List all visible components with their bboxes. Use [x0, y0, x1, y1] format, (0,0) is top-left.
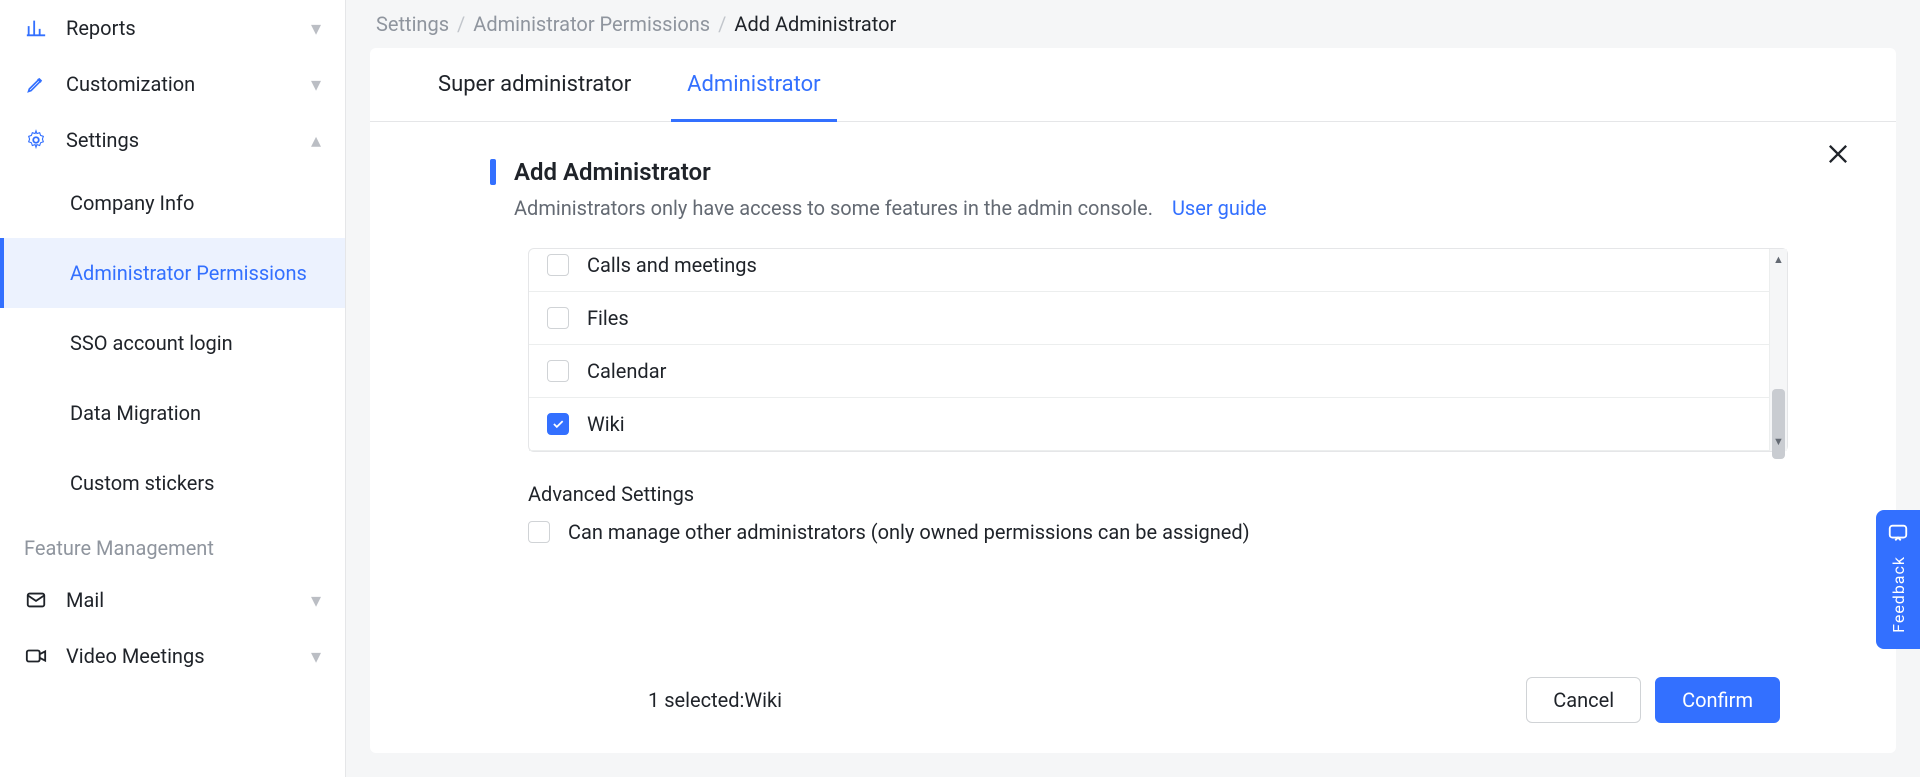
- mail-icon: [24, 588, 48, 612]
- option-calendar[interactable]: Calendar: [529, 345, 1787, 398]
- sidebar-item-label: Customization: [66, 72, 195, 96]
- pencil-icon: [24, 72, 48, 96]
- main: Settings / Administrator Permissions / A…: [346, 0, 1920, 777]
- option-files[interactable]: Files: [529, 292, 1787, 345]
- breadcrumb: Settings / Administrator Permissions / A…: [346, 0, 1920, 48]
- breadcrumb-settings[interactable]: Settings: [376, 12, 449, 36]
- panel: Add Administrator Administrators only ha…: [370, 122, 1896, 753]
- sidebar-item-label: Video Meetings: [66, 644, 205, 668]
- title-accent-bar: [490, 159, 496, 185]
- sidebar-item-settings[interactable]: Settings ▴: [0, 112, 345, 168]
- checkbox[interactable]: [547, 307, 569, 329]
- advanced-option-row[interactable]: Can manage other administrators (only ow…: [528, 520, 1838, 544]
- checkbox[interactable]: [547, 360, 569, 382]
- checkbox-checked[interactable]: [547, 413, 569, 435]
- sidebar-sub-data-migration[interactable]: Data Migration: [0, 378, 345, 448]
- sidebar-item-video-meetings[interactable]: Video Meetings ▾: [0, 628, 345, 684]
- chevron-down-icon: ▾: [311, 644, 321, 668]
- cancel-button[interactable]: Cancel: [1526, 677, 1641, 723]
- user-guide-link[interactable]: User guide: [1172, 196, 1267, 220]
- breadcrumb-admin-permissions[interactable]: Administrator Permissions: [473, 12, 710, 36]
- footer: 1 selected:Wiki Cancel Confirm: [490, 646, 1838, 753]
- gear-icon: [24, 128, 48, 152]
- sidebar-item-customization[interactable]: Customization ▾: [0, 56, 345, 112]
- sidebar-sub-custom-stickers[interactable]: Custom stickers: [0, 448, 345, 518]
- advanced-settings-title: Advanced Settings: [528, 482, 1838, 506]
- checkbox[interactable]: [547, 254, 569, 276]
- video-icon: [24, 644, 48, 668]
- feedback-tab[interactable]: Feedback: [1876, 510, 1920, 649]
- sidebar-section-label: Feature Management: [0, 518, 345, 572]
- breadcrumb-sep: /: [718, 12, 726, 36]
- breadcrumb-current: Add Administrator: [734, 12, 896, 36]
- panel-description: Administrators only have access to some …: [514, 196, 1153, 220]
- chevron-down-icon: ▾: [311, 72, 321, 96]
- sidebar-item-reports[interactable]: Reports ▾: [0, 0, 345, 56]
- breadcrumb-sep: /: [457, 12, 465, 36]
- option-label: Calendar: [587, 359, 666, 383]
- tab-admin[interactable]: Administrator: [659, 48, 848, 121]
- option-calls-meetings[interactable]: Calls and meetings: [529, 249, 1787, 292]
- sidebar-item-label: Reports: [66, 16, 136, 40]
- sidebar-item-label: Mail: [66, 588, 104, 612]
- scrollbar[interactable]: ▲ ▼: [1769, 249, 1787, 451]
- chevron-down-icon: ▾: [311, 16, 321, 40]
- sidebar-sub-admin-permissions[interactable]: Administrator Permissions: [0, 238, 345, 308]
- content-card: Super administrator Administrator Add Ad…: [370, 48, 1896, 753]
- option-label: Wiki: [587, 412, 625, 436]
- close-button[interactable]: [1824, 140, 1856, 172]
- chevron-up-icon: ▴: [311, 128, 321, 152]
- option-label: Calls and meetings: [587, 253, 757, 277]
- sidebar-item-label: Settings: [66, 128, 139, 152]
- chart-icon: [24, 16, 48, 40]
- chevron-down-icon: ▾: [311, 588, 321, 612]
- sidebar-sub-company-info[interactable]: Company Info: [0, 168, 345, 238]
- sidebar: Reports ▾ Customization ▾ Settings ▴ Com…: [0, 0, 346, 777]
- option-label: Files: [587, 306, 629, 330]
- selection-status: 1 selected:Wiki: [648, 688, 782, 712]
- sidebar-sub-sso-login[interactable]: SSO account login: [0, 308, 345, 378]
- tab-super-admin[interactable]: Super administrator: [410, 48, 659, 121]
- checkbox[interactable]: [528, 521, 550, 543]
- scroll-up-icon[interactable]: ▲: [1770, 249, 1787, 269]
- permissions-list: Calls and meetings Files Calendar Wiki: [528, 248, 1788, 452]
- advanced-option-label: Can manage other administrators (only ow…: [568, 520, 1250, 544]
- feedback-label: Feedback: [1889, 556, 1908, 633]
- confirm-button[interactable]: Confirm: [1655, 677, 1780, 723]
- chat-icon: [1887, 522, 1909, 548]
- scroll-down-icon[interactable]: ▼: [1770, 431, 1787, 451]
- option-wiki[interactable]: Wiki: [529, 398, 1787, 451]
- panel-title: Add Administrator: [514, 158, 711, 186]
- tabs: Super administrator Administrator: [370, 48, 1896, 122]
- sidebar-item-mail[interactable]: Mail ▾: [0, 572, 345, 628]
